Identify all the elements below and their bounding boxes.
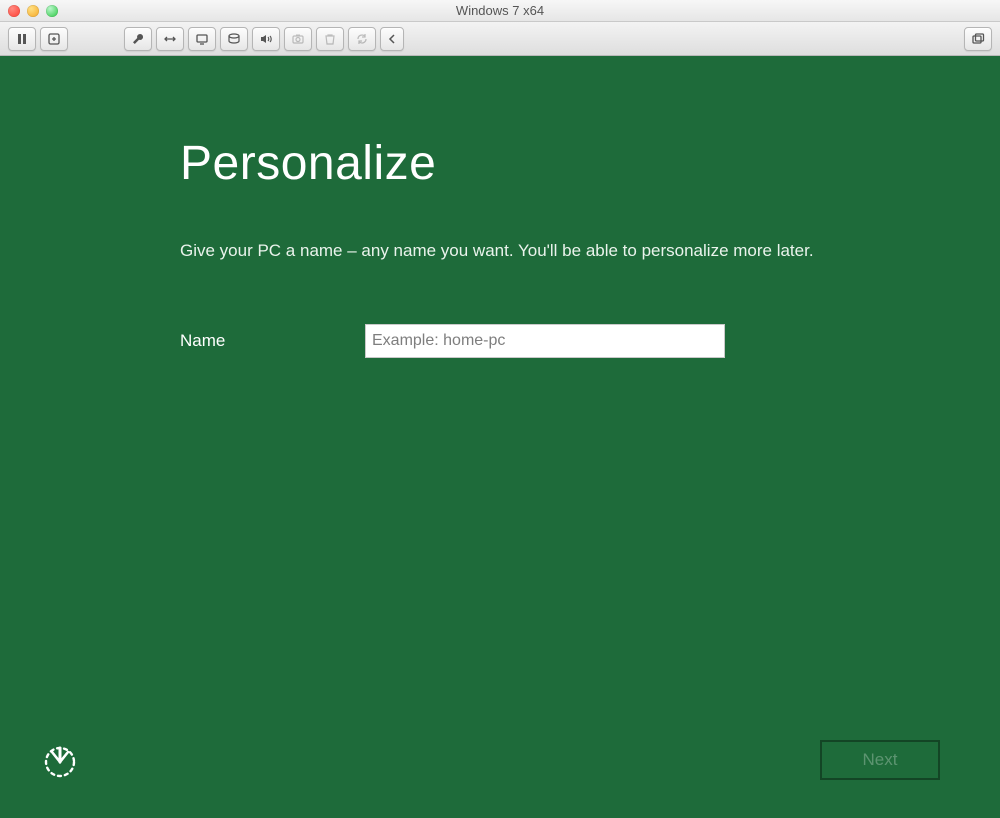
chevron-left-icon [385,32,399,46]
setup-content: Personalize Give your PC a name – any na… [180,136,860,358]
sound-icon [259,32,273,46]
camera-button[interactable] [284,27,312,51]
sync-icon [355,32,369,46]
vm-toolbar [0,22,1000,56]
sound-button[interactable] [252,27,280,51]
ease-of-access-button[interactable] [40,742,80,782]
guest-screen: Personalize Give your PC a name – any na… [0,56,1000,818]
trash-button[interactable] [316,27,344,51]
actions-icon [47,32,61,46]
pc-name-input[interactable] [365,324,725,358]
resize-icon [163,32,177,46]
hdd-icon [227,32,241,46]
page-description: Give your PC a name – any name you want.… [180,239,860,264]
window-traffic-lights [8,5,58,17]
zoom-window-button[interactable] [46,5,58,17]
minimize-window-button[interactable] [27,5,39,17]
pc-name-row: Name [180,324,860,358]
sync-button[interactable] [348,27,376,51]
wrench-icon [131,32,145,46]
screen-resize-button[interactable] [156,27,184,51]
window-mode-button[interactable] [964,27,992,51]
next-button-label: Next [863,750,898,770]
toolbar-collapse-button[interactable] [380,27,404,51]
camera-icon [291,32,305,46]
vm-settings-button[interactable] [124,27,152,51]
pause-icon [15,32,29,46]
hdd-button[interactable] [220,27,248,51]
display-button[interactable] [188,27,216,51]
monitor-icon [195,32,209,46]
close-window-button[interactable] [8,5,20,17]
vm-titlebar: Windows 7 x64 [0,0,1000,22]
trash-icon [323,32,337,46]
window-mode-icon [971,32,985,46]
pause-vm-button[interactable] [8,27,36,51]
next-button[interactable]: Next [820,740,940,780]
page-title: Personalize [180,136,860,191]
vm-actions-button[interactable] [40,27,68,51]
ease-of-access-icon [40,742,80,782]
pc-name-label: Name [180,331,365,351]
window-title: Windows 7 x64 [0,3,1000,18]
